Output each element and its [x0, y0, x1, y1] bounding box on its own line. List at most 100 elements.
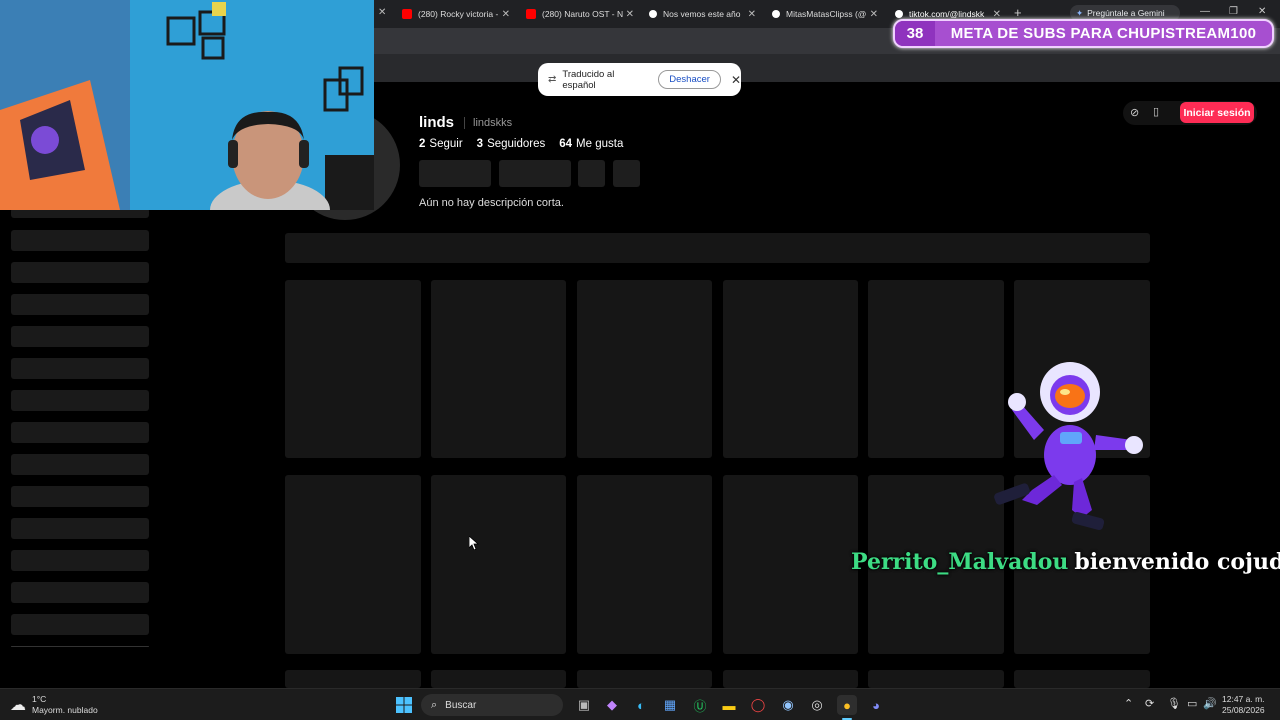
sidebar-skeleton: [11, 550, 149, 571]
icon-button-skeleton: [613, 160, 640, 187]
search-icon: ⌕: [431, 698, 438, 711]
display-icon[interactable]: ▭: [1187, 697, 1197, 710]
weather-widget[interactable]: ☁ 1°C Mayorm. nublado: [10, 694, 98, 716]
taskbar-search[interactable]: ⌕ Buscar: [421, 694, 563, 716]
undo-translate-button[interactable]: Deshacer: [658, 70, 721, 89]
video-tile[interactable]: [285, 670, 421, 688]
screen: ✕ (280) Rocky victoria - ✕ (280) Naruto …: [0, 0, 1280, 720]
chat-alert: Perrito_Malvadoubienvenido cojudito!: [851, 549, 1280, 575]
video-tile[interactable]: [577, 280, 712, 458]
sidebar-skeleton: [11, 262, 149, 283]
profile-display-name: linds: [419, 114, 455, 131]
store-icon[interactable]: ▦: [660, 695, 680, 715]
close-popup-icon[interactable]: ✕: [731, 73, 741, 87]
subs-goal-banner: 38 META DE SUBS PARA CHUPISTREAM100: [893, 19, 1274, 48]
temperature: 1°C: [32, 694, 47, 704]
sidebar-skeleton: [11, 294, 149, 315]
profile-stats: 2 Seguir 3 Seguidores 64 Me gusta: [419, 138, 623, 150]
opera-gx-icon[interactable]: ◯: [748, 695, 768, 715]
network-icon[interactable]: ⟳: [1145, 697, 1154, 710]
subs-goal-text: META DE SUBS PARA CHUPISTREAM100: [950, 25, 1257, 42]
new-tab-button[interactable]: +: [1014, 5, 1022, 20]
taskbar-clock[interactable]: 12:47 a. m. 25/08/2026: [1222, 694, 1265, 716]
sidebar-skeleton: [11, 454, 149, 475]
sidebar-skeleton: [11, 582, 149, 603]
followers-stat[interactable]: 3 Seguidores: [477, 138, 546, 150]
tab-nos-vemos[interactable]: Nos vemos este año ✕: [649, 4, 756, 24]
tiktok-icon: [649, 10, 657, 18]
youtube-icon: [526, 9, 536, 19]
time: 12:47 a. m.: [1222, 694, 1265, 704]
bookmarks-bar: [374, 54, 1280, 82]
close-window-icon[interactable]: ✕: [1258, 6, 1266, 17]
chrome-icon[interactable]: ●: [837, 695, 857, 715]
tiktok-icon: [772, 10, 780, 18]
file-explorer-icon[interactable]: ▬: [719, 695, 739, 715]
copilot-icon[interactable]: ◆: [602, 695, 622, 715]
sidebar-skeleton: [11, 358, 149, 379]
message-button-skeleton: [499, 160, 571, 187]
microphone-icon[interactable]: 🎙: [1167, 697, 1181, 710]
sidebar-skeleton: [11, 614, 149, 635]
translate-text: Traducido al español: [562, 68, 615, 91]
tab-close-icon[interactable]: ✕: [993, 9, 1001, 20]
youtube-icon: [402, 9, 412, 19]
sidebar-skeleton: [11, 230, 149, 251]
profile-description: Aún no hay descripción corta.: [419, 197, 564, 209]
video-tile[interactable]: [577, 670, 712, 688]
video-tile[interactable]: [723, 280, 858, 458]
translate-icon: ⇄: [548, 74, 557, 85]
steam-icon[interactable]: ◉: [778, 695, 798, 715]
edge-icon[interactable]: ◐: [631, 695, 651, 715]
sidebar-skeleton: [11, 486, 149, 507]
upwork-icon[interactable]: Ⓤ: [690, 695, 710, 715]
video-tile[interactable]: [285, 475, 421, 654]
tab-close-icon[interactable]: ✕: [378, 7, 386, 18]
restore-icon[interactable]: ❐: [1229, 6, 1238, 17]
tab-label: (280) Rocky victoria -: [418, 9, 499, 19]
phone-icon[interactable]: ▯: [1153, 105, 1159, 118]
video-tile[interactable]: [431, 475, 566, 654]
obs-icon[interactable]: ◎: [807, 695, 827, 715]
show-hidden-icons-icon[interactable]: ⌃: [1124, 697, 1133, 710]
discord-icon[interactable]: ◕: [866, 695, 886, 715]
webcam-feed-image: [0, 0, 374, 210]
sidebar-skeleton: [11, 422, 149, 443]
tab-close-icon[interactable]: ✕: [626, 9, 634, 20]
video-tile[interactable]: [868, 670, 1004, 688]
tab-close-icon[interactable]: ✕: [748, 9, 756, 20]
video-tile[interactable]: [723, 670, 858, 688]
icon-button-skeleton: [578, 160, 605, 187]
tab-mitasmatas[interactable]: MitasMatasClipss (@ ✕: [772, 4, 878, 24]
gemini-label: Pregúntale a Gemini: [1087, 8, 1165, 18]
tab-rocky[interactable]: (280) Rocky victoria - ✕: [402, 4, 510, 24]
video-tile[interactable]: [431, 280, 566, 458]
video-tile[interactable]: [431, 670, 566, 688]
webcam-overlay: [0, 0, 374, 210]
volume-icon[interactable]: 🔊: [1203, 697, 1217, 710]
chat-message: bienvenido cojudito!: [1074, 549, 1280, 575]
video-tile[interactable]: [723, 475, 858, 654]
sidebar-skeleton: [11, 326, 149, 347]
tiktok-icon: [895, 10, 903, 18]
sidebar-skeleton: [11, 518, 149, 539]
windows-start-icon[interactable]: [394, 695, 414, 715]
cloud-icon: ☁: [10, 697, 26, 714]
tab-label: tiktok.com/@lindskk: [909, 9, 985, 19]
translate-popup: ⇄ Traducido al español Deshacer ✕: [538, 63, 741, 96]
video-tile[interactable]: [1014, 670, 1150, 688]
compass-icon[interactable]: ⊘: [1130, 106, 1139, 119]
tab-close-icon[interactable]: ✕: [870, 9, 878, 20]
tab-label: Nos vemos este año: [663, 9, 741, 19]
video-tile[interactable]: [577, 475, 712, 654]
following-stat[interactable]: 2 Seguir: [419, 138, 463, 150]
login-button[interactable]: Iniciar sesión: [1180, 102, 1254, 123]
date: 25/08/2026: [1222, 705, 1265, 715]
tab-close-icon[interactable]: ✕: [502, 9, 510, 20]
sidebar-skeleton: [11, 390, 149, 411]
minimize-icon[interactable]: —: [1200, 6, 1210, 17]
video-tile[interactable]: [285, 280, 421, 458]
task-view-icon[interactable]: ▣: [574, 695, 594, 715]
tab-naruto[interactable]: (280) Naruto OST - N ✕: [526, 4, 634, 24]
sidebar-divider: [11, 646, 149, 647]
